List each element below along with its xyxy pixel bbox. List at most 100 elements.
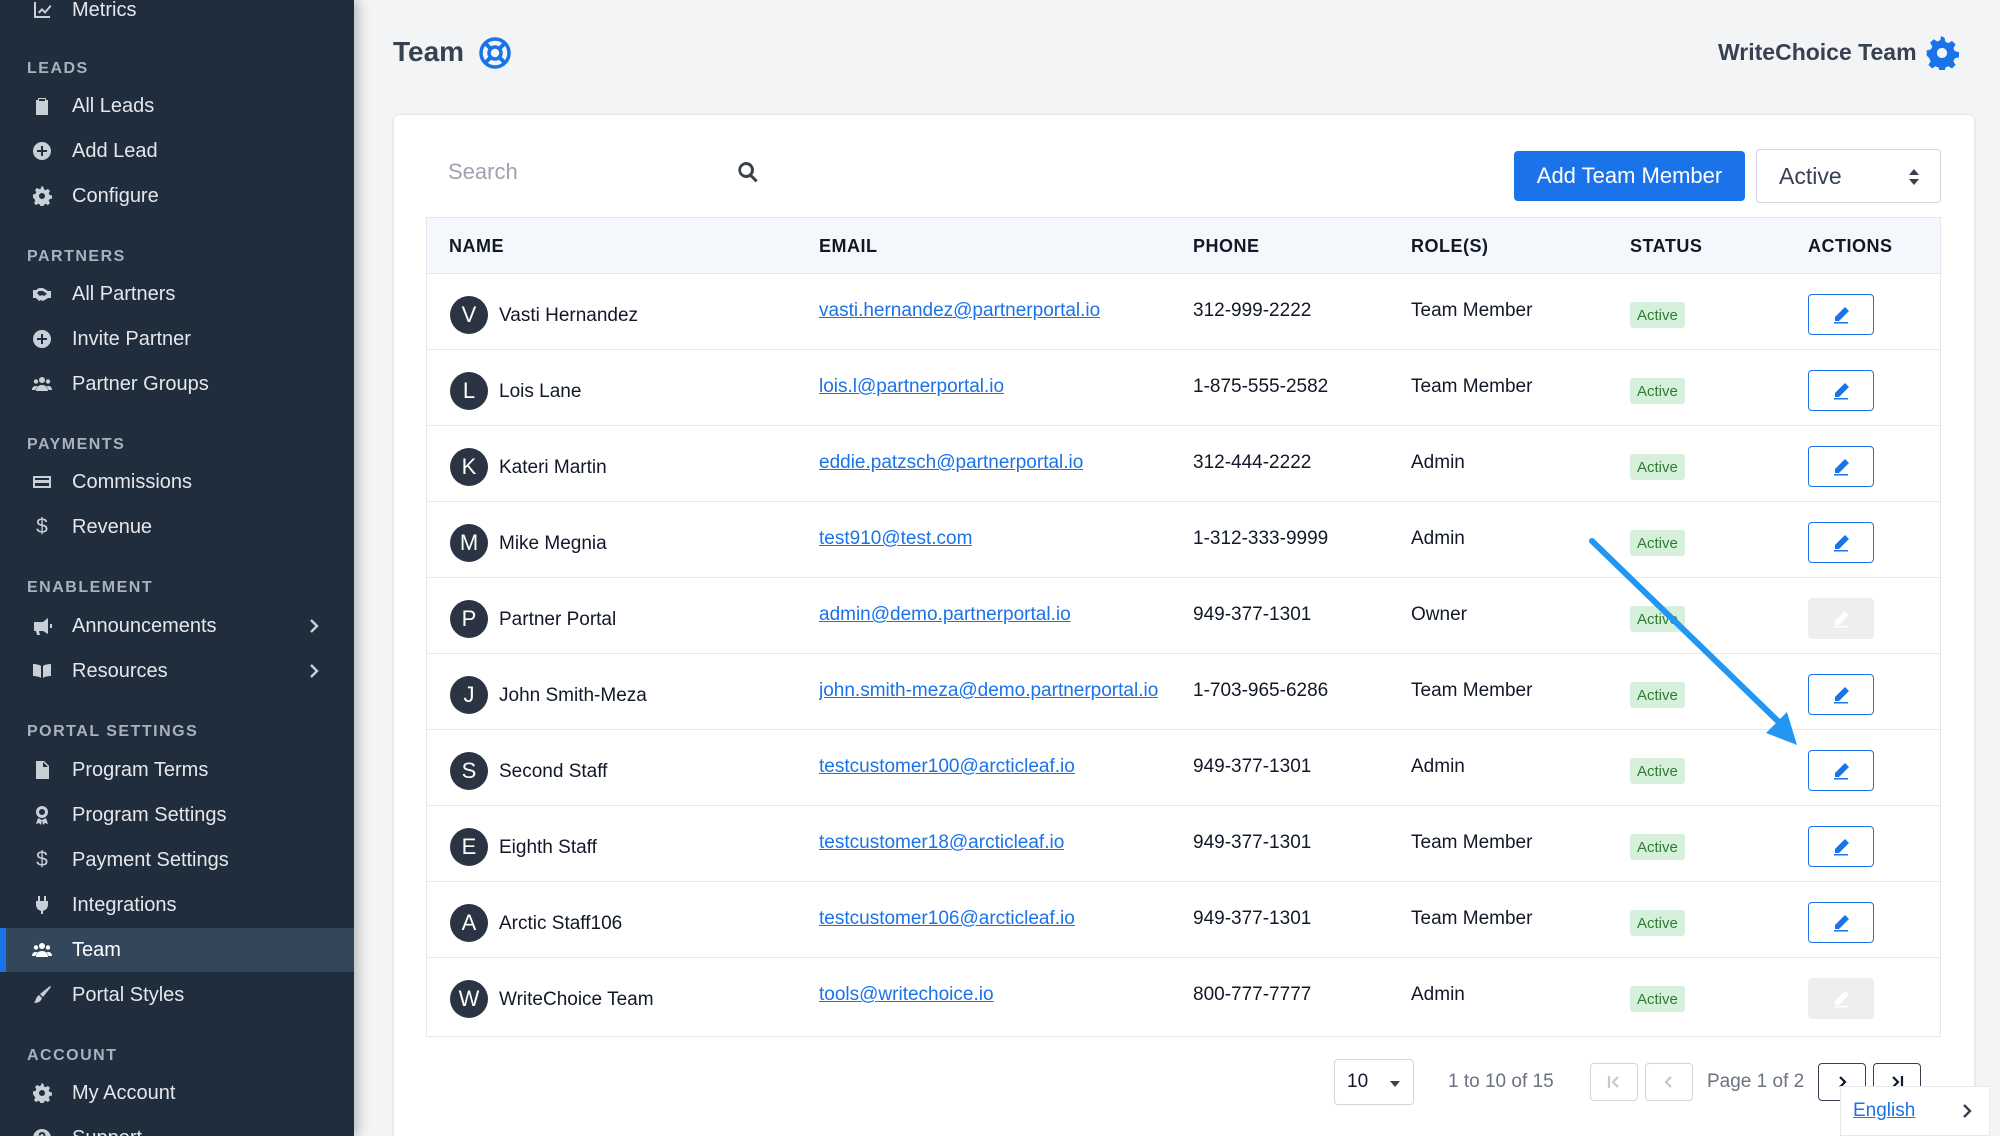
file-icon xyxy=(30,758,54,782)
sidebar-item-portal-styles[interactable]: Portal Styles xyxy=(0,973,354,1017)
edit-member-button[interactable] xyxy=(1808,370,1874,411)
sidebar-section-portal-settings: PORTAL SETTINGS xyxy=(27,723,199,740)
book-open-icon xyxy=(30,659,54,683)
member-name: Kateri Martin xyxy=(499,457,607,478)
per-page-select[interactable]: 10 xyxy=(1334,1059,1414,1105)
sidebar-item-announcements[interactable]: Announcements xyxy=(0,604,354,648)
member-email-link[interactable]: vasti.hernandez@partnerportal.io xyxy=(819,300,1100,322)
avatar: K xyxy=(450,448,488,486)
member-email-link[interactable]: testcustomer100@arcticleaf.io xyxy=(819,756,1075,778)
page-title: Team xyxy=(393,36,465,67)
sidebar-item-partner-groups[interactable]: Partner Groups xyxy=(0,362,354,406)
member-email-link[interactable]: testcustomer106@arcticleaf.io xyxy=(819,908,1075,930)
sidebar-item-label: Resources xyxy=(72,659,168,682)
first-page-icon xyxy=(1607,1076,1619,1088)
sidebar-item-label: Configure xyxy=(72,184,159,207)
sidebar-item-program-settings[interactable]: Program Settings xyxy=(0,793,354,837)
table-row: E Eighth Staff testcustomer18@arcticleaf… xyxy=(427,805,1940,881)
member-email-link[interactable]: john.smith-meza@demo.partnerportal.io xyxy=(819,680,1158,702)
member-role: Admin xyxy=(1411,452,1465,473)
edit-member-button[interactable] xyxy=(1808,446,1874,487)
sidebar-item-payment-settings[interactable]: $ Payment Settings xyxy=(0,838,354,882)
column-header-name[interactable]: NAME xyxy=(449,236,504,257)
member-email-link[interactable]: eddie.patzsch@partnerportal.io xyxy=(819,452,1083,474)
sidebar-item-add-lead[interactable]: Add Lead xyxy=(0,129,354,173)
sidebar-item-label: Portal Styles xyxy=(72,983,185,1006)
sidebar-section-leads: LEADS xyxy=(27,60,89,77)
member-email-link[interactable]: testcustomer18@arcticleaf.io xyxy=(819,832,1064,854)
pencil-icon xyxy=(1834,382,1849,399)
sidebar-item-metrics[interactable]: Metrics xyxy=(0,0,354,32)
pencil-icon xyxy=(1834,762,1849,779)
avatar: A xyxy=(450,904,488,942)
search-input[interactable] xyxy=(426,148,726,196)
plug-icon xyxy=(30,893,54,917)
member-phone: 1-312-333-9999 xyxy=(1193,528,1329,549)
table-row: V Vasti Hernandez vasti.hernandez@partne… xyxy=(427,273,1940,349)
pencil-icon xyxy=(1834,534,1849,551)
column-header-phone[interactable]: PHONE xyxy=(1193,236,1260,257)
table-row: P Partner Portal admin@demo.partnerporta… xyxy=(427,577,1940,653)
status-badge: Active xyxy=(1630,682,1685,708)
add-team-member-button[interactable]: Add Team Member xyxy=(1514,151,1745,201)
sidebar-item-my-account[interactable]: My Account xyxy=(0,1071,354,1115)
edit-member-button[interactable] xyxy=(1808,522,1874,563)
users-icon xyxy=(30,938,54,962)
pagination-range: 1 to 10 of 15 xyxy=(1448,1071,1554,1092)
member-email-link[interactable]: lois.l@partnerportal.io xyxy=(819,376,1004,398)
lifebuoy-icon[interactable] xyxy=(478,36,512,70)
sidebar-item-support[interactable]: Support xyxy=(0,1116,354,1136)
search-icon[interactable] xyxy=(736,160,760,184)
sidebar-item-label: Support xyxy=(72,1127,142,1136)
pencil-icon xyxy=(1834,686,1849,703)
sidebar-item-all-partners[interactable]: All Partners xyxy=(0,272,354,316)
edit-member-button[interactable] xyxy=(1808,826,1874,867)
member-name: Partner Portal xyxy=(499,609,617,630)
sidebar-item-revenue[interactable]: $ Revenue xyxy=(0,505,354,549)
language-selector[interactable]: English xyxy=(1840,1086,1990,1136)
search-box xyxy=(426,148,770,196)
member-email-link[interactable]: tools@writechoice.io xyxy=(819,984,994,1006)
column-header-email[interactable]: EMAIL xyxy=(819,236,878,257)
table-row: J John Smith-Meza john.smith-meza@demo.p… xyxy=(427,653,1940,729)
table-row: W WriteChoice Team tools@writechoice.io … xyxy=(427,957,1940,1033)
edit-member-button[interactable] xyxy=(1808,750,1874,791)
member-role: Team Member xyxy=(1411,908,1533,929)
pencil-icon xyxy=(1834,990,1849,1007)
member-name: John Smith-Meza xyxy=(499,685,647,706)
sidebar-item-team[interactable]: Team xyxy=(0,928,354,972)
member-phone: 312-444-2222 xyxy=(1193,452,1312,473)
sidebar-item-label: Payment Settings xyxy=(72,848,229,871)
edit-member-button-disabled xyxy=(1808,978,1874,1019)
language-label: English xyxy=(1853,1100,1916,1121)
column-header-status[interactable]: STATUS xyxy=(1630,236,1702,257)
status-filter-select[interactable]: Active xyxy=(1756,149,1941,203)
sidebar-item-invite-partner[interactable]: Invite Partner xyxy=(0,317,354,361)
sidebar-item-program-terms[interactable]: Program Terms xyxy=(0,748,354,792)
sidebar-item-configure[interactable]: Configure xyxy=(0,174,354,218)
table-row: L Lois Lane lois.l@partnerportal.io 1-87… xyxy=(427,349,1940,425)
edit-member-button[interactable] xyxy=(1808,902,1874,943)
page-indicator: Page 1 of 2 xyxy=(1707,1071,1805,1092)
sidebar-item-label: All Partners xyxy=(72,282,176,305)
gear-icon[interactable] xyxy=(1925,36,1959,72)
chevron-left-icon xyxy=(1664,1076,1672,1088)
status-badge: Active xyxy=(1630,454,1685,480)
pencil-icon xyxy=(1834,838,1849,855)
member-phone: 1-875-555-2582 xyxy=(1193,376,1329,397)
sidebar-item-resources[interactable]: Resources xyxy=(0,649,354,693)
edit-member-button[interactable] xyxy=(1808,674,1874,715)
column-header-roles[interactable]: ROLE(S) xyxy=(1411,236,1489,257)
member-email-link[interactable]: test910@test.com xyxy=(819,528,972,550)
sidebar-item-label: Invite Partner xyxy=(72,327,191,350)
sort-caret-icon xyxy=(1909,169,1919,185)
member-email-link[interactable]: admin@demo.partnerportal.io xyxy=(819,604,1071,626)
question-circle-icon xyxy=(30,1126,54,1136)
sidebar-item-integrations[interactable]: Integrations xyxy=(0,883,354,927)
team-table: NAME EMAIL PHONE ROLE(S) STATUS ACTIONS … xyxy=(426,217,1941,1037)
sidebar-item-label: Team xyxy=(72,938,121,961)
edit-member-button[interactable] xyxy=(1808,294,1874,335)
sidebar-item-commissions[interactable]: Commissions xyxy=(0,460,354,504)
sidebar-item-label: Program Terms xyxy=(72,758,209,781)
sidebar-item-all-leads[interactable]: All Leads xyxy=(0,84,354,128)
